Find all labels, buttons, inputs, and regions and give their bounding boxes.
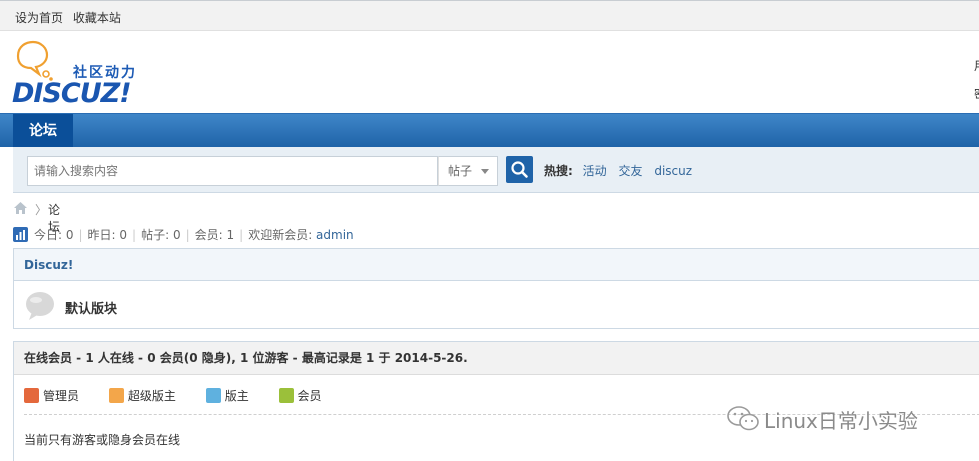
nav-tab-forum[interactable]: 论坛 (13, 114, 73, 148)
set-homepage-link[interactable]: 设为首页 (15, 11, 63, 25)
legend-label: 会员 (297, 389, 322, 403)
stats-chart-icon (13, 227, 28, 242)
forum-stats: 今日: 0 | 昨日: 0 | 帖子: 0 | 会员: 1 | 欢迎新会员: admin (13, 226, 354, 243)
main-nav: 论坛 (0, 113, 979, 148)
search-button[interactable] (506, 156, 533, 183)
stat-posts: 帖子: 0 (141, 228, 181, 242)
admin-icon (24, 388, 39, 403)
online-members: 在线会员 - 1 人在线 - 0 会员(0 隐身), 1 位游客 - 最高记录是… (13, 341, 979, 461)
hot-keyword[interactable]: 交友 (618, 164, 642, 178)
legend-label: 超级版主 (127, 389, 176, 403)
search-type-value: 帖子 (448, 164, 473, 178)
category-title[interactable]: Discuz! (14, 249, 979, 281)
super-moderator-icon (108, 388, 124, 403)
chevron-down-icon (481, 169, 489, 174)
discuz-logo[interactable]: 社区动力 DISCUZ! (12, 40, 152, 109)
legend-item: 版主 (205, 387, 249, 404)
member-legend: 管理员 超级版主 版主 会员 (24, 387, 348, 404)
search-icon (511, 161, 528, 178)
wechat-watermark: Linux日常小实验 (726, 405, 918, 435)
hot-keyword[interactable]: 活动 (583, 164, 607, 178)
login-username-label: 用 (974, 57, 979, 74)
legend-label: 版主 (224, 389, 249, 403)
search-type-select[interactable]: 帖子 (438, 156, 498, 186)
stat-yesterday: 昨日: 0 (87, 228, 128, 242)
online-status-text: 当前只有游客或隐身会员在线 (24, 433, 181, 447)
newest-member-link[interactable]: admin (316, 228, 354, 242)
legend-label: 管理员 (43, 389, 80, 403)
member-icon (278, 388, 294, 403)
stat-today: 今日: 0 (34, 228, 74, 242)
legend-item: 管理员 (24, 387, 79, 404)
forum-row: 默认版块 (14, 281, 979, 329)
top-links: 设为首页 收藏本站 (15, 9, 127, 26)
search-input[interactable] (27, 156, 438, 186)
legend-item: 超级版主 (108, 387, 176, 404)
bookmark-link[interactable]: 收藏本站 (73, 11, 121, 25)
hot-search-label: 热搜: (544, 164, 573, 178)
search-bar: 帖子 热搜: 活动 交友 discuz (13, 147, 979, 193)
hot-search: 热搜: 活动 交友 discuz (544, 162, 700, 179)
legend-item: 会员 (278, 387, 322, 404)
login-password-label: 密 (974, 85, 979, 102)
hot-keyword[interactable]: discuz (654, 164, 692, 178)
wechat-icon (727, 406, 759, 431)
site-header: 社区动力 DISCUZ! 用 密 (0, 31, 979, 113)
online-header[interactable]: 在线会员 - 1 人在线 - 0 会员(0 隐身), 1 位游客 - 最高记录是… (14, 342, 979, 375)
watermark-text: Linux日常小实验 (764, 409, 918, 433)
forum-category: Discuz! 默认版块 (13, 248, 979, 329)
home-icon[interactable] (13, 201, 28, 215)
moderator-icon (205, 388, 221, 403)
top-bar: 设为首页 收藏本站 (0, 0, 979, 31)
welcome-prefix: 欢迎新会员: (248, 228, 317, 242)
breadcrumb-separator: 〉 (35, 203, 48, 217)
speech-bubble-icon (26, 292, 54, 320)
stat-members: 会员: 1 (194, 228, 235, 242)
board-name-link[interactable]: 默认版块 (65, 298, 117, 317)
logo-en-text: DISCUZ! (12, 78, 132, 109)
